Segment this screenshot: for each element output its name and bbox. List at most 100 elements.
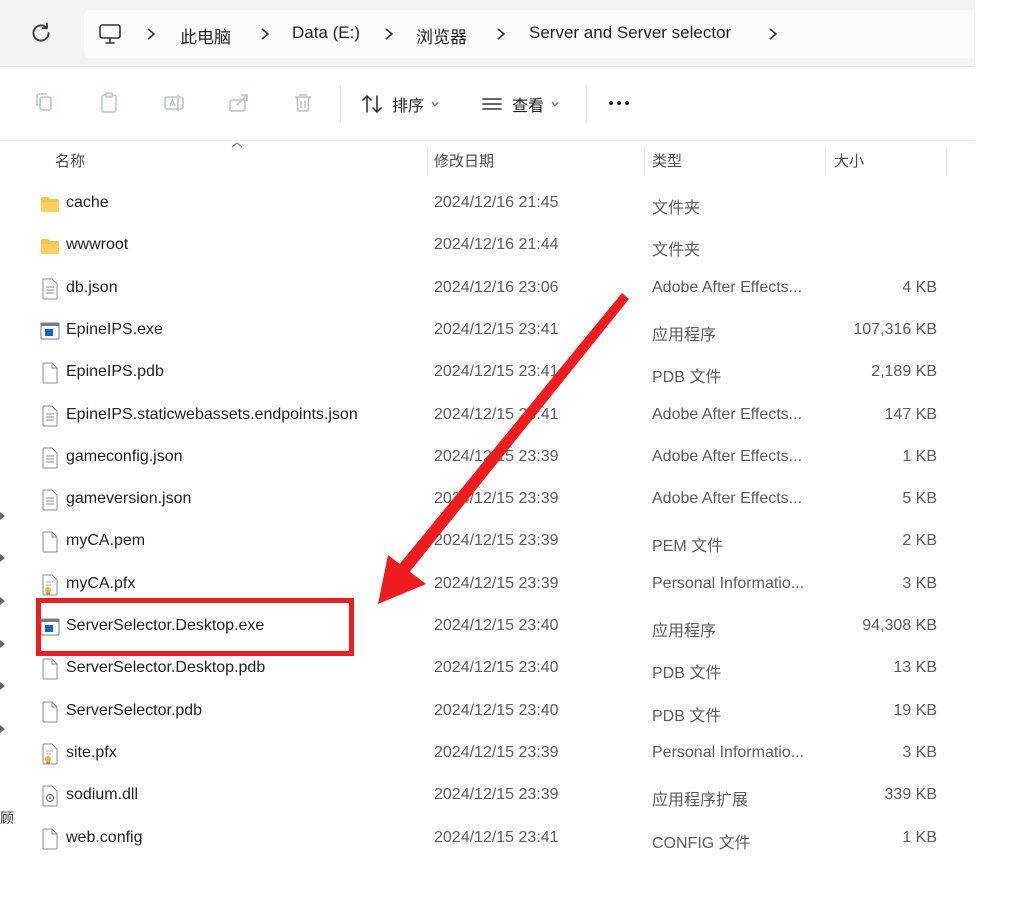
chevron-down-icon <box>431 102 439 107</box>
column-divider[interactable] <box>427 146 428 176</box>
nav-expand-icon[interactable] <box>0 639 6 649</box>
nav-expand-icon[interactable] <box>0 681 6 691</box>
breadcrumb-item-current-folder[interactable]: Server and Server selector <box>529 23 731 43</box>
file-name[interactable]: ServerSelector.Desktop.pdb <box>66 659 265 677</box>
file-name[interactable]: gameversion.json <box>66 490 191 508</box>
file-type: PDB 文件 <box>652 369 722 387</box>
file-type: PEM 文件 <box>652 538 724 556</box>
this-pc-icon[interactable] <box>98 22 122 46</box>
file-name[interactable]: sodium.dll <box>66 786 138 804</box>
file-name[interactable]: gameconfig.json <box>66 448 183 466</box>
file-row[interactable]: web.config 2024/12/15 23:41 CONFIG 文件 1 KB <box>0 818 975 860</box>
breadcrumb-item-browser[interactable]: 浏览器 <box>416 23 467 48</box>
certificate-file-icon <box>40 743 60 765</box>
file-modified-date: 2024/12/15 23:41 <box>434 828 559 846</box>
annotation-highlight-box <box>36 598 354 656</box>
blank-file-icon <box>40 362 60 384</box>
blank-file-icon <box>40 658 60 680</box>
view-button[interactable]: 查看 <box>480 85 568 123</box>
json-file-icon <box>40 447 60 469</box>
breadcrumb-item-drive[interactable]: Data (E:) <box>292 23 360 43</box>
file-row[interactable]: EpineIPS.exe 2024/12/15 23:41 应用程序 107,316 … <box>0 310 975 352</box>
breadcrumb-item-this-pc[interactable]: 此电脑 <box>180 23 231 48</box>
file-name[interactable]: site.pfx <box>66 744 117 762</box>
sort-button-label: 排序 <box>392 98 425 115</box>
file-type: 文件夹 <box>652 200 701 217</box>
copy-icon[interactable] <box>32 91 56 115</box>
file-row[interactable]: site.pfx 2024/12/15 23:39 Personal Informa… <box>0 733 975 775</box>
blank-file-icon <box>40 701 60 723</box>
folder-icon <box>40 193 60 215</box>
sort-button[interactable]: 排序 <box>360 85 448 123</box>
column-divider[interactable] <box>946 146 947 176</box>
file-modified-date: 2024/12/15 23:40 <box>434 701 559 719</box>
more-options-icon[interactable] <box>604 91 634 115</box>
certificate-file-icon <box>40 574 60 596</box>
column-divider[interactable] <box>644 146 645 176</box>
file-size: 2 KB <box>902 532 937 550</box>
file-type: Adobe After Effects... <box>652 405 803 423</box>
file-size: 94,308 KB <box>862 617 937 634</box>
file-type: 应用程序扩展 <box>652 792 749 810</box>
rename-icon[interactable] <box>162 91 186 115</box>
chevron-right-icon[interactable] <box>382 22 396 46</box>
file-size: 3 KB <box>902 743 937 761</box>
column-header-size[interactable]: 大小 <box>834 150 864 171</box>
file-modified-date: 2024/12/15 23:39 <box>434 743 559 761</box>
file-type: Personal Informatio... <box>652 574 805 592</box>
file-row[interactable]: ServerSelector.pdb 2024/12/15 23:40 PDB 文件… <box>0 691 975 733</box>
file-name[interactable]: cache <box>66 194 109 212</box>
file-row[interactable]: myCA.pem 2024/12/15 23:39 PEM 文件 2 KB <box>0 521 975 563</box>
chevron-right-icon[interactable] <box>766 22 780 46</box>
file-size: 107,316 KB <box>853 320 937 338</box>
nav-expand-icon[interactable] <box>0 724 6 734</box>
file-size: 339 KB <box>884 786 937 804</box>
column-header-type[interactable]: 类型 <box>652 150 682 171</box>
nav-expand-icon[interactable] <box>0 511 6 521</box>
column-divider[interactable] <box>825 146 826 176</box>
file-row[interactable]: EpineIPS.pdb 2024/12/15 23:41 PDB 文件 2,189 … <box>0 352 975 394</box>
file-row[interactable]: gameconfig.json 2024/12/15 23:39 Adobe Aft… <box>0 437 975 479</box>
file-size: 2,189 KB <box>871 363 937 381</box>
file-name[interactable]: web.config <box>66 829 143 847</box>
blank-file-icon <box>40 828 60 850</box>
chevron-right-icon[interactable] <box>144 22 158 46</box>
chevron-right-icon[interactable] <box>258 22 272 46</box>
file-name[interactable]: ServerSelector.pdb <box>66 702 202 720</box>
file-row[interactable]: sodium.dll 2024/12/15 23:39 应用程序扩展 339 KB <box>0 775 975 817</box>
column-header-modified[interactable]: 修改日期 <box>434 150 494 171</box>
file-modified-date: 2024/12/16 21:44 <box>434 236 559 254</box>
file-explorer-window: 此电脑 Data (E:) 浏览器 Server and Server sele… <box>0 0 976 903</box>
file-name[interactable]: myCA.pfx <box>66 575 135 593</box>
column-header-name[interactable]: 名称 <box>55 150 85 171</box>
nav-expand-icon[interactable] <box>0 596 6 606</box>
paste-icon[interactable] <box>97 91 121 115</box>
file-row[interactable]: gameversion.json 2024/12/15 23:39 Adobe Af… <box>0 479 975 521</box>
file-name[interactable]: myCA.pem <box>66 532 145 550</box>
file-type: 应用程序 <box>652 326 717 344</box>
file-type: 文件夹 <box>652 242 701 260</box>
file-row[interactable]: EpineIPS.staticwebassets.endpoints.json 2… <box>0 395 975 437</box>
delete-icon[interactable] <box>291 91 315 115</box>
screen-margin <box>975 0 1024 903</box>
toolbar-divider <box>340 85 341 123</box>
file-name[interactable]: EpineIPS.pdb <box>66 363 164 381</box>
file-name[interactable]: EpineIPS.exe <box>66 321 163 339</box>
file-row[interactable]: wwwroot 2024/12/16 21:44 文件夹 <box>0 225 975 267</box>
chevron-right-icon[interactable] <box>494 22 508 46</box>
file-name[interactable]: wwwroot <box>66 236 128 254</box>
file-size: 1 KB <box>902 447 937 465</box>
file-row[interactable]: cache 2024/12/16 21:45 文件夹 <box>0 183 975 225</box>
nav-item-fragment[interactable]: 顾 <box>0 808 14 828</box>
nav-expand-icon[interactable] <box>0 553 6 563</box>
breadcrumb[interactable]: 此电脑 Data (E:) 浏览器 Server and Server sele… <box>84 10 974 58</box>
refresh-icon[interactable] <box>28 20 54 46</box>
sort-ascending-icon <box>231 142 243 148</box>
share-icon[interactable] <box>227 91 251 115</box>
file-modified-date: 2024/12/16 21:45 <box>434 194 559 211</box>
file-size: 5 KB <box>902 490 937 508</box>
file-row[interactable]: db.json 2024/12/16 23:06 Adobe After Effec… <box>0 268 975 310</box>
file-name[interactable]: db.json <box>66 279 118 297</box>
file-name[interactable]: EpineIPS.staticwebassets.endpoints.json <box>66 406 358 424</box>
file-type: CONFIG 文件 <box>652 834 751 852</box>
